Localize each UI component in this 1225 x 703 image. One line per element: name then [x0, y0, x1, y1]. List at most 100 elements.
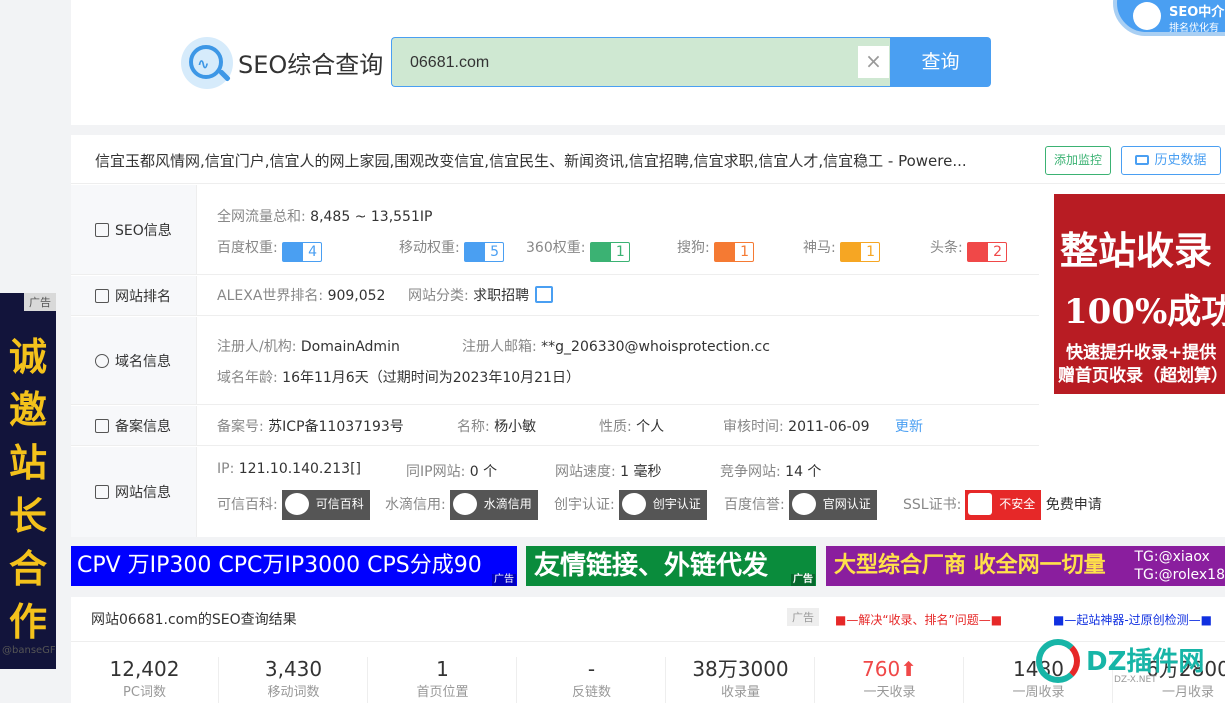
registrant-value: DomainAdmin: [300, 339, 400, 355]
rank-label: 网站排名: [115, 288, 171, 305]
sogou-icon: [715, 243, 736, 261]
trusted-badge[interactable]: 可信百科: [281, 490, 370, 520]
add-monitor-button[interactable]: 添加监控: [1045, 146, 1111, 175]
mobile-weight-field: 移动权重: 5: [399, 237, 505, 262]
ad-tag: 广告: [791, 574, 815, 586]
ad-banner-traffic[interactable]: 大型综合厂商 收全网一切量 TG:@xiaox TG:@rolex18: [826, 546, 1225, 586]
baidu-trust-badge[interactable]: 官网认证: [788, 490, 877, 520]
ad-banner-traffic-text: 大型综合厂商 收全网一切量: [834, 553, 1106, 578]
webinfo-label: 网站信息: [115, 485, 171, 501]
dz-watermark-text: DZ插件网: [1086, 647, 1205, 677]
speed-value: 1 毫秒: [620, 464, 662, 480]
right-ad-line1: 整站收录: [1060, 228, 1213, 273]
ad-banner-cpv-text: CPV 万IP300 CPC万IP3000 CPS分成90: [77, 553, 482, 578]
ad-banner-cpv[interactable]: CPV 万IP300 CPC万IP3000 CPS分成90 广告: [71, 546, 517, 586]
search-button[interactable]: 查询: [890, 37, 991, 87]
bar-chart-icon: [95, 288, 109, 303]
shuidi-badge[interactable]: 水滴信用: [449, 490, 538, 520]
ad-tag: 广告: [492, 574, 516, 586]
ip-value[interactable]: 121.10.140.213[]: [239, 461, 361, 477]
q360-weight-field: 360权重: 1: [526, 237, 630, 262]
promo-link-indexing[interactable]: ■—解决“收录、排名”问题—■: [835, 611, 1002, 628]
shenma-weight-badge[interactable]: 1: [840, 242, 881, 262]
document-icon: [95, 222, 109, 237]
results-title: 网站06681.com的SEO查询结果: [91, 612, 297, 628]
toutiao-icon: [968, 243, 989, 261]
sameip-value[interactable]: 0 个: [470, 464, 497, 480]
webinfo-row: 网站信息 IP: 121.10.140.213[] 同IP网站: 0 个 网站速…: [71, 447, 1102, 537]
edit-icon[interactable]: [535, 286, 554, 303]
q360-weight-badge[interactable]: 1: [589, 242, 630, 262]
right-ad-line3: 快速提升收录+提供: [1066, 343, 1217, 363]
clear-icon[interactable]: ×: [858, 46, 889, 78]
verified-icon: [621, 493, 646, 515]
right-ad-line2: 100%成功: [1064, 292, 1225, 332]
www-icon: [95, 353, 109, 368]
search-box[interactable]: ×: [391, 37, 891, 87]
shenma-weight-field: 神马: 1: [803, 237, 881, 262]
email-value: **g_206330@whoisprotection.cc: [541, 339, 770, 355]
sameip-field: 同IP网站: 0 个: [406, 464, 498, 480]
ad-tag: 广告: [24, 293, 56, 311]
icp-nature-field: 性质: 个人: [599, 419, 665, 435]
water-drop-icon: [452, 493, 477, 515]
mobile-weight-badge[interactable]: 5: [464, 242, 505, 262]
site-title-row: 信宜玉都风情网,信宜门户,信宜人的网上家园,围观改变信宜,信宜民生、新闻资讯,信…: [71, 135, 1225, 184]
stat-backlinks[interactable]: - 反链数: [518, 657, 666, 703]
stat-homepage-position[interactable]: 1 首页位置: [369, 657, 517, 703]
search-input[interactable]: [410, 50, 850, 76]
stat-indexed[interactable]: 38万3000 收录量: [667, 657, 815, 703]
chuangyu-field: 创宇认证: 创宇认证: [554, 490, 707, 520]
icp-label-cell: 备案信息: [71, 406, 197, 445]
icp-update-link[interactable]: 更新: [895, 416, 923, 436]
corner-promo-badge[interactable]: SEO中介 排名优化有: [1113, 0, 1225, 36]
sogou-weight-badge[interactable]: 1: [714, 242, 755, 262]
rank-row: 网站排名 ALEXA世界排名: 909,052 网站分类: 求职招聘: [71, 276, 1039, 316]
icp-number-value: 苏ICP备11037193号: [268, 419, 404, 435]
chuangyu-badge[interactable]: 创宇认证: [618, 490, 707, 520]
ssl-field: SSL证书: 不安全 免费申请: [903, 490, 1102, 520]
ssl-apply-link[interactable]: 免费申请: [1046, 497, 1102, 513]
registrant-field: 注册人/机构: DomainAdmin: [217, 339, 400, 355]
ad-banner-links[interactable]: 友情链接、外链代发 广告: [526, 546, 816, 586]
domain-age-value: 16年11月6天（过期时间为2023年10月21日）: [282, 370, 580, 386]
right-ad-banner[interactable]: 整站收录 100%成功 快速提升收录+提供 赠首页收录（超划算）: [1054, 194, 1225, 394]
record-icon: [95, 418, 109, 433]
traffic-field: 全网流量总和: 8,485 ~ 13,551IP: [217, 209, 433, 225]
category-value: 求职招聘: [473, 288, 530, 304]
compete-value[interactable]: 14 个: [785, 464, 821, 480]
email-field: 注册人邮箱: **g_206330@whoisprotection.cc: [462, 339, 770, 355]
stat-day-indexed[interactable]: 760⬆ 一天收录: [816, 657, 964, 703]
history-data-button[interactable]: 历史数据: [1121, 146, 1221, 175]
baidu-paw-icon: [465, 243, 486, 261]
list-icon: [95, 485, 109, 499]
seo-logo-icon[interactable]: ∿: [181, 37, 233, 89]
icp-label: 备案信息: [115, 418, 171, 435]
alexa-value: 909,052: [327, 288, 386, 304]
stat-mobile-keywords[interactable]: 3,430 移动词数: [220, 657, 368, 703]
icp-audit-field: 审核时间: 2011-06-09: [723, 419, 870, 435]
corner-promo-title: SEO中介: [1169, 5, 1225, 20]
baidu-trust-field: 百度信誉: 官网认证: [724, 490, 877, 520]
ad-tg-2: TG:@rolex18: [1134, 567, 1225, 583]
baidu-weight-badge[interactable]: 4: [282, 242, 323, 262]
baidu-weight-field: 百度权重: 4: [217, 237, 323, 262]
toutiao-weight-badge[interactable]: 2: [967, 242, 1008, 262]
ad-tg-1: TG:@xiaox: [1134, 549, 1210, 565]
ad-tag: 广告: [787, 608, 819, 626]
ip-field: IP: 121.10.140.213[]: [217, 461, 362, 477]
icp-number-field: 备案号: 苏ICP备11037193号: [217, 419, 404, 435]
seo-info-label-cell: SEO信息: [71, 185, 197, 274]
speed-field: 网站速度: 1 毫秒: [555, 464, 662, 480]
left-ad-banner[interactable]: 广告 诚邀站长合作 @banseGF: [0, 293, 56, 669]
webinfo-label-cell: 网站信息: [71, 447, 197, 537]
icp-nature-value: 个人: [636, 419, 665, 435]
baidu-paw-icon: [283, 243, 304, 261]
domain-label: 域名信息: [115, 353, 171, 370]
toutiao-weight-field: 头条: 2: [930, 237, 1008, 262]
ssl-icon: [968, 493, 993, 515]
domain-row: 域名信息 注册人/机构: DomainAdmin 注册人邮箱: **g_2063…: [71, 317, 1039, 405]
stat-pc-keywords[interactable]: 12,402 PC词数: [71, 657, 219, 703]
ssl-badge[interactable]: 不安全: [965, 490, 1042, 520]
dz-logo-icon: [1036, 639, 1080, 683]
